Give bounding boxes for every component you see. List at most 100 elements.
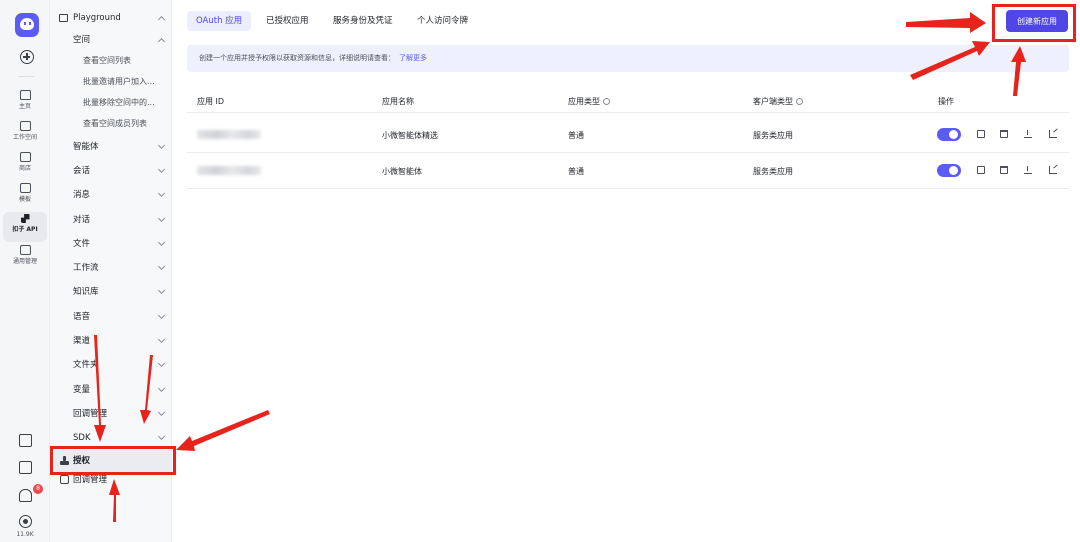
chevron-down-icon bbox=[157, 432, 166, 441]
sidebar-group-file[interactable]: 文件 bbox=[50, 235, 172, 253]
rail-item-general-management[interactable]: 通用管理 bbox=[3, 243, 47, 273]
column-header-label: 客户端类型 bbox=[753, 97, 793, 106]
inbox-icon bbox=[19, 245, 31, 255]
sidebar-item-space[interactable]: 空间 bbox=[50, 31, 172, 49]
rail-item-workspace[interactable]: 工作空间 bbox=[3, 119, 47, 149]
callback-icon bbox=[60, 475, 69, 484]
sidebar-item-label: SDK bbox=[73, 433, 91, 443]
rail-item-label: 扣子 API bbox=[12, 226, 38, 233]
sidebar-item-batch-remove[interactable]: 批量移除空间中的... bbox=[50, 94, 172, 112]
sidebar-item-label: 查看空间成员列表 bbox=[83, 119, 147, 128]
sidebar-item-list-spaces[interactable]: 查看空间列表 bbox=[50, 52, 172, 70]
app-type-cell: 普通 bbox=[568, 167, 584, 176]
column-header-actions: 操作 bbox=[938, 97, 954, 106]
rail-item-home[interactable]: 主页 bbox=[3, 88, 47, 118]
home-icon bbox=[19, 90, 31, 100]
column-header-app-type: 应用类型 bbox=[568, 96, 610, 107]
rail-item-templates[interactable]: 模板 bbox=[3, 181, 47, 211]
add-circle-icon[interactable] bbox=[20, 50, 34, 64]
sidebar-item-list-members[interactable]: 查看空间成员列表 bbox=[50, 115, 172, 133]
column-header-label: 应用类型 bbox=[568, 97, 600, 106]
edit-icon[interactable] bbox=[977, 166, 985, 174]
chevron-down-icon bbox=[157, 262, 166, 271]
sidebar-item-authorization[interactable]: 授权 bbox=[54, 450, 176, 472]
rail-item-label: 商店 bbox=[18, 165, 31, 172]
chevron-down-icon bbox=[157, 141, 166, 150]
rail-item-label: 工作空间 bbox=[12, 134, 37, 141]
sidebar-group-callback[interactable]: 回调管理 bbox=[50, 405, 172, 423]
app-name-cell: 小微智能体 bbox=[382, 167, 422, 176]
sidebar-group-knowledge[interactable]: 知识库 bbox=[50, 283, 172, 301]
sidebar-item-batch-invite[interactable]: 批量邀请用户加入... bbox=[50, 73, 172, 91]
sidebar-item-label: 智能体 bbox=[73, 142, 99, 152]
create-new-app-button[interactable]: 创建新应用 bbox=[1006, 10, 1068, 32]
avatar-icon[interactable] bbox=[19, 515, 32, 528]
bell-icon[interactable] bbox=[19, 489, 32, 502]
info-icon[interactable] bbox=[796, 98, 803, 105]
sidebar-item-label: 知识库 bbox=[73, 287, 99, 297]
share-icon[interactable] bbox=[1049, 166, 1057, 174]
learn-more-link[interactable]: 了解更多 bbox=[399, 54, 427, 62]
tab-oauth-apps[interactable]: OAuth 应用 bbox=[187, 11, 252, 31]
download-icon[interactable] bbox=[1024, 130, 1032, 138]
tab-service-identity[interactable]: 服务身份及凭证 bbox=[324, 11, 402, 31]
sidebar-group-variable[interactable]: 变量 bbox=[50, 381, 172, 399]
tab-authorized-apps[interactable]: 已授权应用 bbox=[257, 11, 318, 31]
table-header: 应用 ID 应用名称 应用类型 客户端类型 操作 bbox=[187, 93, 1069, 113]
sidebar-group-message[interactable]: 消息 bbox=[50, 186, 172, 204]
coze-logo-icon[interactable] bbox=[15, 13, 39, 37]
sidebar-item-callback-management[interactable]: 回调管理 bbox=[54, 471, 176, 489]
chevron-up-icon bbox=[157, 15, 166, 24]
delete-icon[interactable] bbox=[1000, 166, 1008, 174]
sidebar-item-label: 工作流 bbox=[73, 263, 99, 273]
sidebar-item-label: 文件夹 bbox=[73, 360, 99, 370]
delete-icon[interactable] bbox=[1000, 130, 1008, 138]
rail-item-label: 模板 bbox=[18, 196, 31, 203]
sidebar-group-conversation[interactable]: 会话 bbox=[50, 162, 172, 180]
sidebar-item-playground[interactable]: Playground bbox=[50, 9, 172, 27]
chevron-down-icon bbox=[157, 384, 166, 393]
sidebar-item-label: 渠道 bbox=[73, 336, 91, 346]
sidebar-group-voice[interactable]: 语音 bbox=[50, 308, 172, 326]
chevron-down-icon bbox=[157, 408, 166, 417]
rail-item-coze-api[interactable]: 扣子 API bbox=[3, 212, 47, 242]
sidebar-group-channel[interactable]: 渠道 bbox=[50, 332, 172, 350]
document-icon[interactable] bbox=[19, 461, 32, 474]
enable-toggle[interactable] bbox=[937, 128, 961, 141]
sidebar-item-label: 变量 bbox=[73, 385, 91, 395]
info-icon[interactable] bbox=[603, 98, 610, 105]
enable-toggle[interactable] bbox=[937, 164, 961, 177]
sidebar-item-label: 会话 bbox=[73, 166, 91, 176]
info-banner: 创建一个应用并授予权限以获取资源和信息，详细说明请查看： 了解更多 bbox=[187, 45, 1069, 72]
apps-grid-icon[interactable] bbox=[19, 434, 32, 447]
sidebar-group-agent[interactable]: 智能体 bbox=[50, 138, 172, 156]
table-row: 小微智能体精选 普通 服务类应用 bbox=[187, 117, 1069, 153]
download-icon[interactable] bbox=[1024, 166, 1032, 174]
column-header-app-id: 应用 ID bbox=[197, 97, 225, 106]
sidebar-item-label: 回调管理 bbox=[73, 475, 108, 485]
chevron-down-icon bbox=[157, 189, 166, 198]
sidebar-item-label: 空间 bbox=[73, 35, 91, 45]
chevron-down-icon bbox=[157, 238, 166, 247]
sidebar-group-workflow[interactable]: 工作流 bbox=[50, 259, 172, 277]
app-name-cell: 小微智能体精选 bbox=[382, 131, 438, 140]
sidebar-group-chat[interactable]: 对话 bbox=[50, 211, 172, 229]
chevron-down-icon bbox=[157, 311, 166, 320]
sidebar-item-label: 授权 bbox=[73, 456, 91, 466]
store-icon bbox=[19, 152, 31, 162]
rail-item-store[interactable]: 商店 bbox=[3, 150, 47, 180]
edit-icon[interactable] bbox=[977, 130, 985, 138]
tab-personal-access-token[interactable]: 个人访问令牌 bbox=[408, 11, 477, 31]
chevron-down-icon bbox=[157, 359, 166, 368]
sidebar-group-folder[interactable]: 文件夹 bbox=[50, 356, 172, 374]
sidebar-group-sdk[interactable]: SDK bbox=[50, 429, 172, 447]
app-id-redacted bbox=[197, 130, 261, 139]
sidebar-item-label: 语音 bbox=[73, 312, 91, 322]
share-icon[interactable] bbox=[1049, 130, 1057, 138]
sidebar-item-label: 批量移除空间中的... bbox=[83, 98, 155, 107]
terminal-icon bbox=[19, 121, 31, 131]
sidebar-item-label: 批量邀请用户加入... bbox=[83, 77, 155, 86]
chevron-down-icon bbox=[157, 214, 166, 223]
column-header-app-name: 应用名称 bbox=[382, 97, 414, 106]
rail-item-label: 通用管理 bbox=[12, 258, 37, 265]
